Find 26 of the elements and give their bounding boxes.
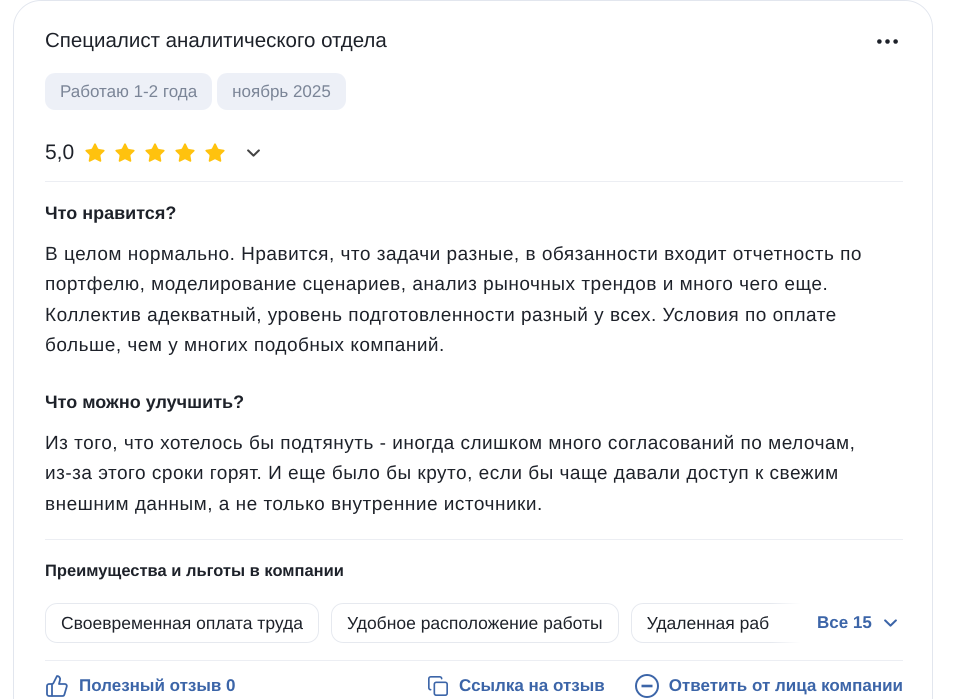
- thumbs-up-icon: [45, 674, 69, 698]
- benefits-heading: Преимущества и льготы в компании: [45, 561, 345, 582]
- star-icon: [144, 142, 166, 164]
- section-heading: Что можно улучшить?: [45, 391, 246, 414]
- review-title: Специалист аналитического отдела: [45, 28, 387, 54]
- review-tag: ноябрь 2025: [217, 73, 346, 110]
- section-text: В целом нормально. Нравится, что задачи разные, в обязанности входит отчетность по портфелю, моделирование сценариев, анализ рыночных трендов и много чего еще. Коллектив адекватный, уровень подготовленности разный у всех. Условия по оплате больше, чем у многих подобных компаний.: [45, 243, 863, 358]
- chevron-down-icon: [884, 619, 897, 628]
- action-link[interactable]: Ссылка на отзыв: [427, 675, 605, 698]
- star-icon: [204, 142, 226, 164]
- rating-value: 5,0: [45, 140, 74, 166]
- star-icon: [114, 142, 136, 164]
- star-icon: [84, 142, 106, 164]
- section-text: Из того, что хотелось бы подтянуть - иногда слишком много согласований по мелочам, из-за этого сроки горят. И еще было бы круто, если бы чаще давали доступ к свежим внешним данным, а не только внутренние источники.: [45, 432, 856, 517]
- star-icon: [174, 142, 196, 164]
- show-all-benefits-button[interactable]: Все 15: [817, 610, 897, 636]
- more-icon: [876, 38, 898, 44]
- action-link[interactable]: Ответить от лица компании: [634, 674, 903, 698]
- benefit-chip[interactable]: Своевременная оплата труда: [45, 603, 319, 644]
- section-heading: Что нравится?: [45, 202, 178, 224]
- minus-circle-icon: [634, 674, 659, 698]
- chevron-down-icon: [246, 149, 260, 157]
- benefit-chip[interactable]: Удобное расположение работы: [330, 603, 619, 644]
- copy-icon: [427, 675, 450, 698]
- review-tag: Работаю 1-2 года: [45, 73, 212, 110]
- action-link[interactable]: Полезный отзыв 0: [45, 674, 236, 698]
